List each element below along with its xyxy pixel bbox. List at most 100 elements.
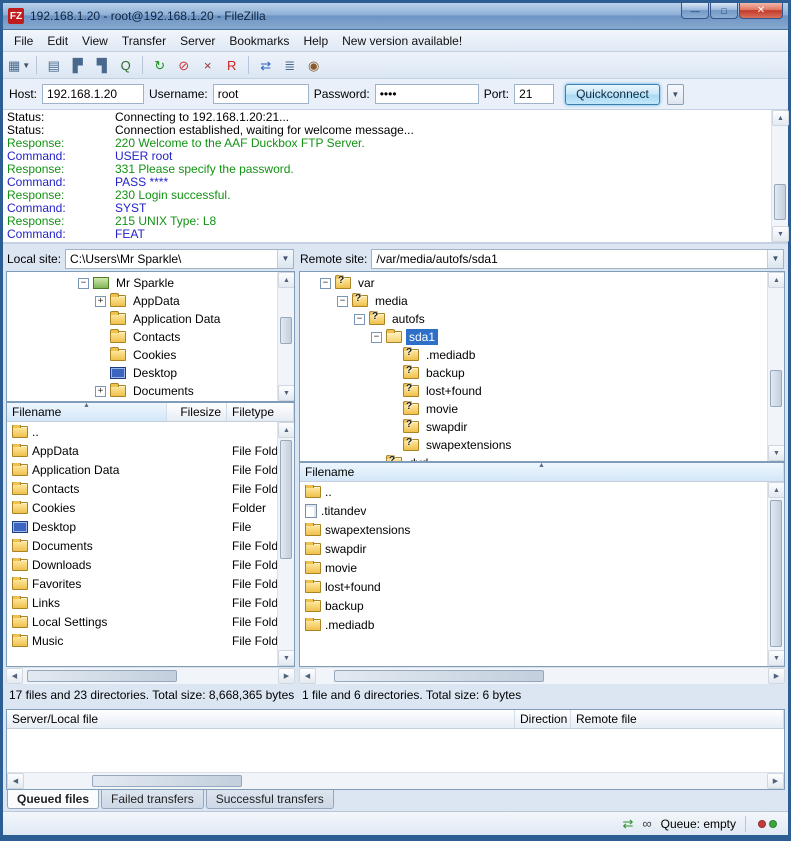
menu-item-help[interactable]: Help (296, 32, 335, 50)
tab-failed-transfers[interactable]: Failed transfers (101, 790, 204, 809)
password-input[interactable] (375, 84, 479, 104)
menu-item-server[interactable]: Server (173, 32, 222, 50)
close-button[interactable]: ✕ (739, 3, 783, 19)
local-file-row[interactable]: DesktopFile (7, 517, 277, 536)
local-tree-item[interactable]: Desktop (7, 364, 277, 382)
local-list-scrollbar[interactable]: ▲ ▼ (277, 422, 294, 666)
scroll-down-icon[interactable]: ▼ (772, 226, 789, 242)
chevron-down-icon[interactable]: ▼ (767, 250, 783, 268)
queue-column-remote-file[interactable]: Remote file (571, 710, 784, 728)
local-file-row[interactable]: Application DataFile Folder (7, 460, 277, 479)
remote-file-row[interactable]: movie (300, 558, 767, 577)
scroll-right-icon[interactable]: ▶ (767, 773, 784, 789)
local-file-row[interactable]: Local SettingsFile Folder (7, 612, 277, 631)
local-site-combo[interactable]: C:\Users\Mr Sparkle\ ▼ (65, 249, 294, 269)
cancel-button[interactable]: ⊘ (172, 54, 195, 76)
tab-queued-files[interactable]: Queued files (7, 790, 99, 809)
local-file-row[interactable]: DocumentsFile Folder (7, 536, 277, 555)
log-scrollbar-track[interactable] (772, 126, 788, 226)
log-scrollbar[interactable]: ▲ ▼ (771, 110, 788, 242)
remote-tree-scrollbar-thumb[interactable] (770, 370, 782, 408)
remote-list-scrollbar-track[interactable] (768, 498, 784, 650)
scroll-up-icon[interactable]: ▲ (278, 272, 295, 288)
menu-item-new-version-available[interactable]: New version available! (335, 32, 469, 50)
scroll-left-icon[interactable]: ◀ (6, 668, 23, 684)
local-file-row[interactable]: CookiesFolder (7, 498, 277, 517)
find-files-button[interactable]: ◉ (302, 54, 325, 76)
menu-item-edit[interactable]: Edit (40, 32, 75, 50)
chevron-down-icon[interactable]: ▼ (277, 250, 293, 268)
remote-tree-item[interactable]: ?lost+found (300, 382, 767, 400)
local-tree-item[interactable]: +AppData (7, 292, 277, 310)
queue-hscrollbar-track[interactable] (24, 773, 767, 789)
expand-icon[interactable]: + (95, 386, 106, 397)
remote-tree-item[interactable]: ?.mediadb (300, 346, 767, 364)
title-bar[interactable]: FZ 192.168.1.20 - root@192.168.1.20 - Fi… (3, 3, 788, 30)
remote-site-combo[interactable]: /var/media/autofs/sda1 ▼ (371, 249, 784, 269)
reconnect-button[interactable]: R (220, 54, 243, 76)
collapse-icon[interactable]: − (78, 278, 89, 289)
local-file-row[interactable]: AppDataFile Folder (7, 441, 277, 460)
remote-tree-item[interactable]: ?swapdir (300, 418, 767, 436)
remote-tree-scrollbar-track[interactable] (768, 288, 784, 445)
queue-column-direction[interactable]: Direction (515, 710, 571, 728)
menu-item-file[interactable]: File (7, 32, 40, 50)
local-column-filesize[interactable]: Filesize (167, 403, 227, 421)
scroll-right-icon[interactable]: ▶ (278, 668, 295, 684)
remote-column-filename[interactable]: Filename ▲ (300, 463, 784, 481)
quickconnect-button[interactable]: Quickconnect (565, 84, 660, 105)
queue-column-server-local-file[interactable]: Server/Local file (7, 710, 515, 728)
local-hscrollbar-thumb[interactable] (27, 670, 177, 682)
disconnect-button[interactable]: × (196, 54, 219, 76)
scroll-down-icon[interactable]: ▼ (278, 650, 294, 666)
menu-item-bookmarks[interactable]: Bookmarks (222, 32, 296, 50)
site-manager-button[interactable]: ▦▼ (7, 54, 31, 76)
remote-file-row[interactable]: backup (300, 596, 767, 615)
collapse-icon[interactable]: − (354, 314, 365, 325)
local-horizontal-scrollbar[interactable]: ◀ ▶ (6, 667, 295, 684)
toggle-remote-tree-button[interactable]: ▜ (90, 54, 113, 76)
queue-horizontal-scrollbar[interactable]: ◀ ▶ (7, 772, 784, 789)
toggle-local-tree-button[interactable]: ▛ (66, 54, 89, 76)
remote-tree-item[interactable]: −sda1 (300, 328, 767, 346)
menu-item-view[interactable]: View (75, 32, 115, 50)
scroll-down-icon[interactable]: ▼ (768, 650, 784, 666)
remote-hscrollbar-track[interactable] (316, 668, 768, 684)
remote-hscrollbar-thumb[interactable] (334, 670, 544, 682)
remote-tree-item[interactable]: −?media (300, 292, 767, 310)
local-tree-item[interactable]: Contacts (7, 328, 277, 346)
local-column-filetype[interactable]: Filetype (227, 403, 294, 421)
local-tree-item[interactable]: Application Data (7, 310, 277, 328)
remote-file-row[interactable]: lost+found (300, 577, 767, 596)
toggle-queue-button[interactable]: Q (114, 54, 137, 76)
local-tree-scrollbar-track[interactable] (278, 288, 294, 385)
scroll-up-icon[interactable]: ▲ (772, 110, 789, 126)
local-tree-item[interactable]: −Mr Sparkle (7, 274, 277, 292)
tab-successful-transfers[interactable]: Successful transfers (206, 790, 334, 809)
remote-file-row[interactable]: .titandev (300, 501, 767, 520)
local-file-row[interactable]: FavoritesFile Folder (7, 574, 277, 593)
local-file-row[interactable]: ContactsFile Folder (7, 479, 277, 498)
directory-comparison-button[interactable]: ⇄ (254, 54, 277, 76)
local-list-scrollbar-track[interactable] (278, 438, 294, 650)
remote-file-row[interactable]: swapdir (300, 539, 767, 558)
collapse-icon[interactable]: − (320, 278, 331, 289)
local-tree-scrollbar[interactable]: ▲ ▼ (277, 272, 294, 401)
scroll-down-icon[interactable]: ▼ (278, 385, 295, 401)
remote-file-row[interactable]: swapextensions (300, 520, 767, 539)
menu-item-transfer[interactable]: Transfer (115, 32, 173, 50)
collapse-icon[interactable]: − (337, 296, 348, 307)
directory-comparison-status-icon[interactable]: ∞ (642, 817, 651, 830)
local-tree-scrollbar-thumb[interactable] (280, 317, 292, 344)
local-file-row[interactable]: MusicFile Folder (7, 631, 277, 650)
remote-tree-item[interactable]: −?autofs (300, 310, 767, 328)
remote-tree-item[interactable]: ?backup (300, 364, 767, 382)
maximize-button[interactable]: □ (710, 3, 738, 19)
local-tree-item[interactable]: Cookies (7, 346, 277, 364)
local-hscrollbar-track[interactable] (23, 668, 278, 684)
chevron-down-icon[interactable]: ▼ (22, 61, 30, 70)
local-file-row[interactable]: LinksFile Folder (7, 593, 277, 612)
queue-hscrollbar-thumb[interactable] (92, 775, 242, 787)
collapse-icon[interactable]: − (371, 332, 382, 343)
remote-tree-scrollbar[interactable]: ▲ ▼ (767, 272, 784, 461)
